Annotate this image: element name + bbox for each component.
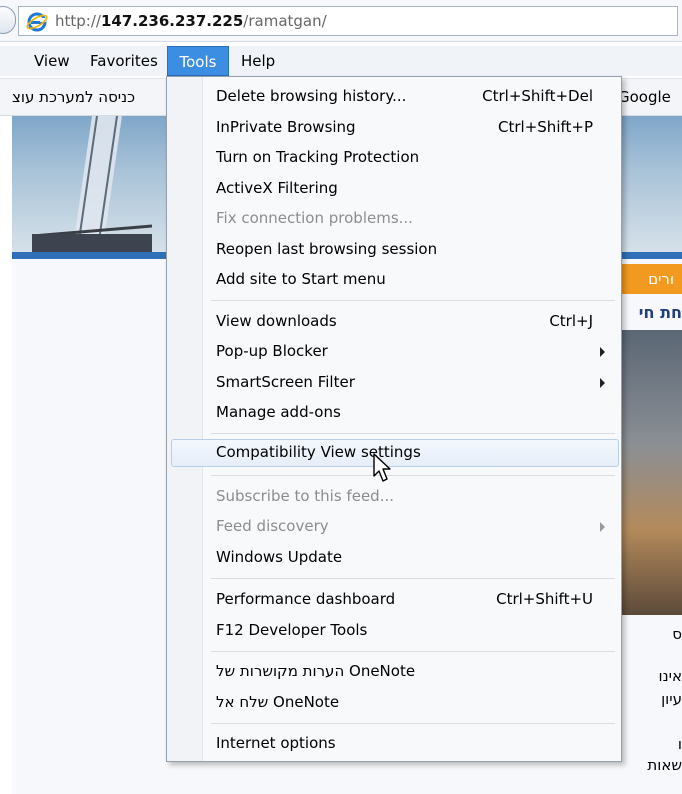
menu-item-windows-update[interactable]: Windows Update xyxy=(167,544,621,572)
page-heading: חת חי xyxy=(638,303,682,322)
menu-item-f12-tools[interactable]: F12 Developer Tools xyxy=(167,617,621,645)
favorite-link[interactable]: כניסה למערכת עוצ xyxy=(12,88,135,106)
tools-menu: Delete browsing history... Ctrl+Shift+Del… xyxy=(166,76,622,762)
construction-image xyxy=(32,116,152,254)
url-field[interactable]: http://147.236.237.225/ramatgan/ xyxy=(18,6,678,36)
internet-explorer-icon xyxy=(26,12,48,32)
menu-item-internet-options[interactable]: Internet options xyxy=(167,730,621,758)
side-text: עיון xyxy=(661,690,682,708)
side-text: ס xyxy=(672,625,682,643)
mouse-cursor-icon xyxy=(373,453,391,482)
back-button[interactable] xyxy=(0,6,16,34)
menu-item-feed-discovery: Feed discovery xyxy=(167,513,621,541)
side-text: שאות xyxy=(647,756,682,774)
menu-item-compatibility-view[interactable]: Compatibility View settings xyxy=(171,439,619,467)
menu-item-manage-addons[interactable]: Manage add-ons xyxy=(167,399,621,427)
page-tab[interactable]: ורים xyxy=(622,264,682,294)
menu-item-tracking-protection[interactable]: Turn on Tracking Protection xyxy=(167,144,621,172)
menu-item-view-downloads[interactable]: View downloads Ctrl+J xyxy=(167,308,621,336)
submenu-arrow-icon xyxy=(600,522,605,532)
menu-item-activex-filtering[interactable]: ActiveX Filtering xyxy=(167,175,621,203)
menu-item-inprivate[interactable]: InPrivate Browsing Ctrl+Shift+P xyxy=(167,114,621,142)
menu-item-send-to-onenote[interactable]: שלח אל OneNote xyxy=(167,689,621,717)
menu-separator xyxy=(211,300,615,301)
menu-separator xyxy=(211,651,615,652)
menu-item-delete-history[interactable]: Delete browsing history... Ctrl+Shift+Del xyxy=(167,83,621,111)
url-text: http://147.236.237.225/ramatgan/ xyxy=(55,12,327,30)
submenu-arrow-icon xyxy=(600,378,605,388)
side-text: ו xyxy=(677,735,682,753)
menu-tools[interactable]: Tools xyxy=(167,46,229,76)
menu-item-subscribe-feed: Subscribe to this feed... xyxy=(216,487,394,505)
menu-item-reopen-session[interactable]: Reopen last browsing session xyxy=(167,236,621,264)
city-photo xyxy=(622,330,682,615)
menu-view[interactable]: View xyxy=(24,46,80,76)
menu-separator xyxy=(211,723,615,724)
menu-item-onenote-linked-notes[interactable]: הערות מקושרות של OneNote xyxy=(167,658,621,686)
menu-item-add-to-start[interactable]: Add site to Start menu xyxy=(167,266,621,294)
menu-item-performance-dashboard[interactable]: Performance dashboard Ctrl+Shift+U xyxy=(167,586,621,614)
address-bar: http://147.236.237.225/ramatgan/ xyxy=(0,0,682,42)
menu-item-fix-connection: Fix connection problems... xyxy=(216,209,413,227)
menu-bar: View Favorites Tools Help xyxy=(0,46,682,76)
menu-help[interactable]: Help xyxy=(231,46,285,76)
menu-item-smartscreen[interactable]: SmartScreen Filter xyxy=(167,369,621,397)
menu-separator xyxy=(211,433,615,434)
menu-separator xyxy=(211,475,615,476)
submenu-arrow-icon xyxy=(600,347,605,357)
side-text: אינו xyxy=(658,667,682,685)
menu-item-popup-blocker[interactable]: Pop-up Blocker xyxy=(167,338,621,366)
menu-favorites[interactable]: Favorites xyxy=(80,46,168,76)
google-toolbar-link[interactable]: Google xyxy=(618,88,671,106)
menu-separator xyxy=(211,578,615,579)
